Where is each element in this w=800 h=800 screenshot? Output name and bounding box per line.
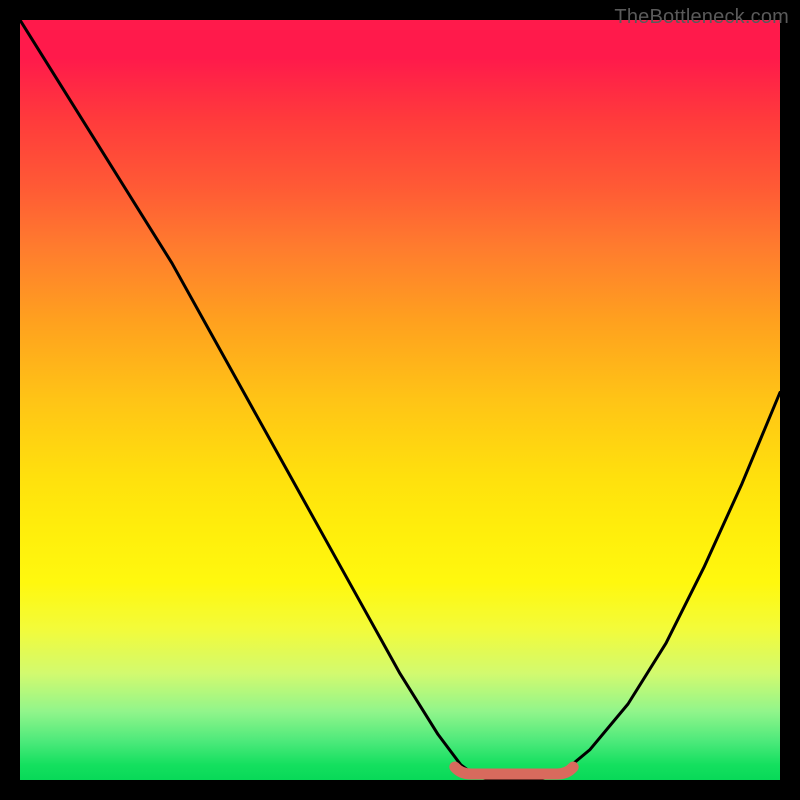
bottleneck-curve bbox=[20, 20, 780, 780]
chart-root: TheBottleneck.com bbox=[0, 0, 800, 800]
chart-overlay bbox=[20, 20, 780, 780]
optimal-range-marker bbox=[455, 767, 573, 774]
plot-area bbox=[20, 20, 780, 780]
attribution-label: TheBottleneck.com bbox=[614, 6, 789, 29]
